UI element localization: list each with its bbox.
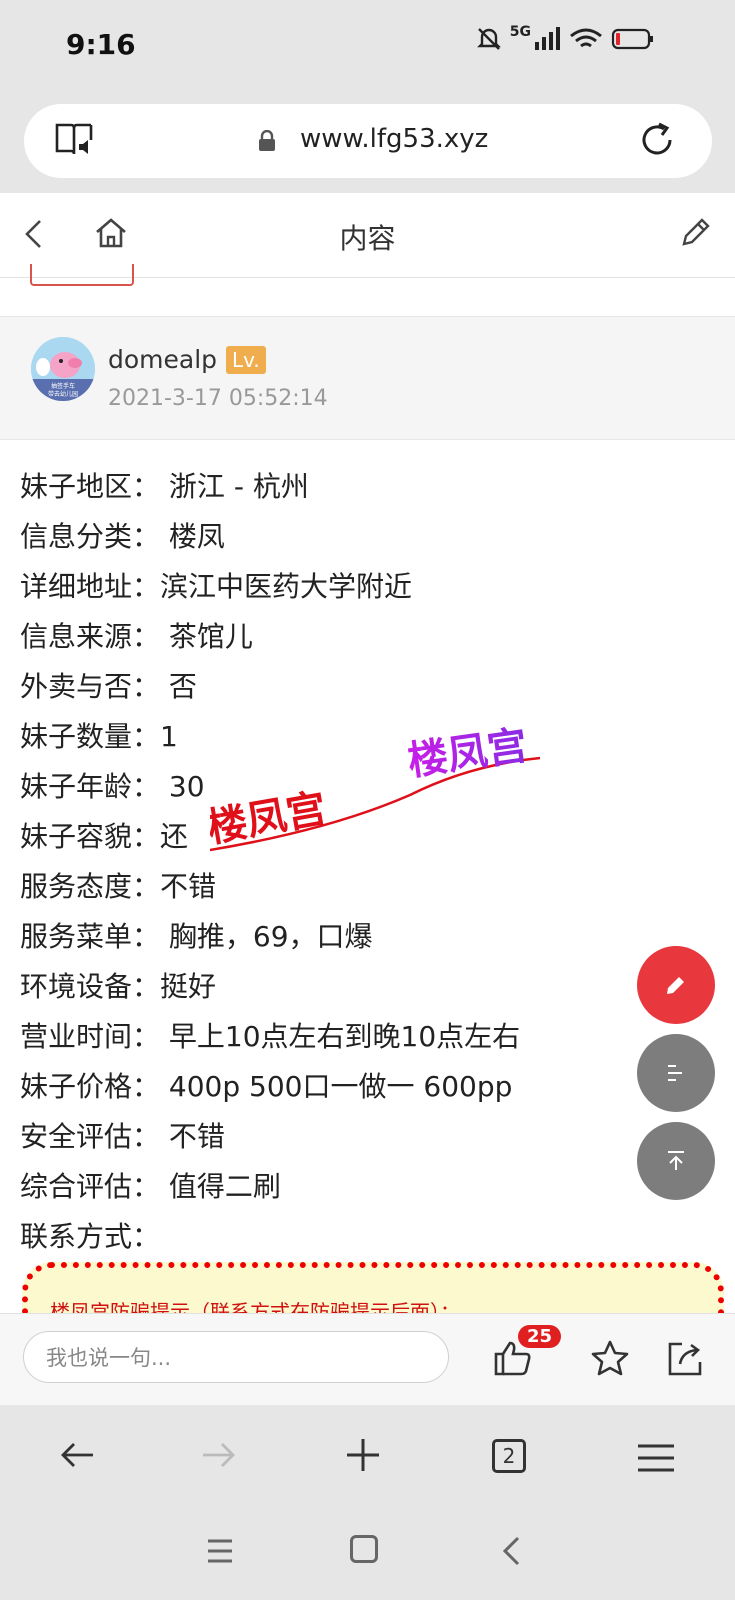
line-value: 滨江中医药大学附近 [160,570,413,603]
watermark-text-bottom: 楼凤宫 [210,786,330,852]
status-time: 9:16 [66,28,136,61]
url-text[interactable]: www.lfg53.xyz [300,124,488,154]
content-line: 联系方式： [20,1212,640,1262]
line-value: 30 [160,770,205,803]
content-line: 安全评估： 不错 [20,1112,640,1162]
content-line: 营业时间： 早上10点左右到晚10点左右 [20,1012,640,1062]
pencil-icon [667,977,684,994]
page-title: 内容 [339,222,396,255]
line-label: 妹子数量： [20,720,161,753]
content-line: 综合评估： 值得二刷 [20,1162,640,1212]
avatar[interactable]: 抽签手车 带去幼儿园 [31,337,95,401]
signal-icon [535,27,560,50]
line-value: 茶馆儿 [160,620,253,653]
line-label: 联系方式： [20,1220,161,1253]
content-line: 信息分类： 楼凤 [20,512,640,562]
line-label: 综合评估： [20,1170,161,1203]
share-icon[interactable] [666,1340,706,1380]
line-value: 浙江 - 杭州 [160,470,309,503]
tabs-icon[interactable]: 2 [492,1439,526,1473]
content-line: 外卖与否： 否 [20,662,640,712]
recent-apps-icon[interactable] [206,1538,234,1568]
avatar-caption-1: 抽签手车 [51,382,75,390]
star-icon[interactable] [590,1340,630,1380]
reload-icon[interactable] [637,120,677,164]
line-value: 1 [160,720,178,753]
line-label: 外卖与否： [20,670,161,703]
line-label: 妹子容貌： [20,820,161,853]
toc-icon [668,1065,682,1081]
line-label: 信息来源： [20,620,161,653]
table-of-contents-button[interactable] [637,1034,715,1112]
scroll-to-top-button[interactable] [637,1122,715,1200]
line-value: 挺好 [160,970,217,1003]
battery-icon [611,28,653,50]
line-label: 服务菜单： [20,920,161,953]
system-home-icon[interactable] [350,1535,378,1563]
menu-icon[interactable] [636,1443,676,1477]
post-timestamp: 2021-3-17 05:52:14 [108,386,328,411]
comment-input[interactable]: 我也说一句... [23,1331,449,1383]
network-label: 5G [509,24,531,40]
content-line: 妹子价格： 400p 500口一做一 600pp [20,1062,640,1112]
content-line: 环境设备：挺好 [20,962,640,1012]
wifi-icon [570,28,602,48]
line-label: 妹子地区： [20,470,161,503]
level-badge: Lv. [226,346,266,374]
content-line: 服务菜单： 胸推，69，口爆 [20,912,640,962]
reader-mode-icon[interactable] [54,122,94,162]
line-value: 胸推，69，口爆 [160,920,373,953]
line-label: 妹子年龄： [20,770,161,803]
line-value: 不错 [160,1120,225,1153]
lock-icon [258,129,276,156]
line-label: 营业时间： [20,1020,161,1053]
plus-icon[interactable] [345,1437,381,1477]
line-label: 妹子价格： [20,1070,161,1103]
write-reply-button[interactable] [637,946,715,1024]
watermark-text-top: 楼凤宫 [405,723,530,785]
line-label: 环境设备： [20,970,161,1003]
arrow-right-icon[interactable] [200,1440,236,1474]
line-value: 否 [160,670,197,703]
like-count-badge: 25 [518,1325,562,1348]
line-value: 400p 500口一做一 600pp [160,1070,513,1103]
status-icons: 5G [476,24,655,52]
mute-bell-icon [476,28,501,50]
line-value: 楼凤 [160,520,225,553]
edit-icon[interactable] [680,216,712,252]
arrow-left-icon[interactable] [60,1440,96,1474]
content-line: 详细地址：滨江中医药大学附近 [20,562,640,612]
avatar-caption-2: 带去幼儿园 [48,390,78,398]
tab-fragment [30,264,134,286]
content-line: 妹子地区： 浙江 - 杭州 [20,462,640,512]
line-value: 不错 [160,870,217,903]
line-value: 还 [160,820,189,853]
line-value: 值得二刷 [160,1170,281,1203]
author-block [0,316,735,440]
content-line: 信息来源： 茶馆儿 [20,612,640,662]
system-back-icon[interactable] [500,1535,522,1571]
scroll-top-icon [668,1151,684,1170]
line-label: 详细地址： [20,570,161,603]
line-value: 早上10点左右到晚10点左右 [160,1020,521,1053]
author-name[interactable]: domealp [108,345,217,374]
line-label: 服务态度： [20,870,161,903]
line-label: 信息分类： [20,520,161,553]
line-label: 安全评估： [20,1120,161,1153]
watermark-logo: 楼凤宫 楼凤宫 [204,720,550,874]
